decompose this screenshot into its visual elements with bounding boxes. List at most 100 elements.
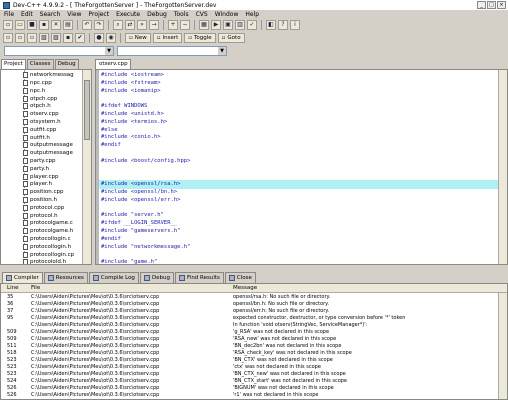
compile-run-icon[interactable]: ▣ bbox=[223, 20, 233, 30]
messages-header: Line File Message bbox=[1, 284, 507, 293]
compile-icon[interactable]: ▦ bbox=[199, 20, 209, 30]
compile-log-icon bbox=[92, 275, 99, 281]
file-icon bbox=[23, 103, 28, 110]
code-line[interactable]: #include "game.h" bbox=[99, 258, 499, 264]
tab-compile-log[interactable]: Compile Log bbox=[88, 272, 139, 283]
menu-execute[interactable]: Execute bbox=[116, 11, 140, 18]
menu-tools[interactable]: Tools bbox=[174, 11, 189, 18]
close-window-button[interactable]: × bbox=[497, 1, 506, 9]
project-view-icon[interactable]: ▨ bbox=[51, 33, 61, 43]
insert-icon: ▫ bbox=[156, 35, 161, 41]
menu-view[interactable]: View bbox=[67, 11, 81, 18]
add-to-project-icon[interactable]: + bbox=[168, 20, 178, 30]
tab-resources[interactable]: Resources bbox=[43, 272, 88, 283]
toggle-icon: ▫ bbox=[188, 35, 192, 41]
bookmark-icon[interactable]: ▪ bbox=[63, 33, 73, 43]
header-file[interactable]: File bbox=[31, 284, 40, 293]
class-browser-icon[interactable]: ▧ bbox=[39, 33, 49, 43]
find-icon[interactable]: ⌕ bbox=[113, 20, 123, 30]
menu-search[interactable]: Search bbox=[40, 11, 61, 18]
menu-edit[interactable]: Edit bbox=[21, 11, 33, 18]
member-combo[interactable]: ▼ bbox=[117, 46, 227, 56]
file-name: outputmessage bbox=[30, 142, 73, 149]
close-file-icon[interactable]: ✕ bbox=[51, 20, 61, 30]
file-name: position.h bbox=[30, 197, 58, 204]
file-icon bbox=[23, 173, 28, 180]
project-file-item[interactable]: protocolold.h bbox=[23, 258, 66, 264]
editor-scrollbar[interactable] bbox=[498, 70, 507, 264]
watch-icon[interactable]: ◉ bbox=[106, 33, 116, 43]
header-line[interactable]: Line bbox=[7, 284, 18, 293]
file-name: position.cpp bbox=[30, 189, 64, 196]
rebuild-icon[interactable]: ▥ bbox=[235, 20, 245, 30]
insert-button[interactable]: ▫ Insert bbox=[152, 33, 183, 43]
tab-debug-bottom[interactable]: Debug bbox=[139, 272, 175, 283]
print-icon[interactable]: ▤ bbox=[63, 20, 73, 30]
debug-icon[interactable]: ✓ bbox=[247, 20, 257, 30]
new-doc-icon: ▫ bbox=[129, 35, 133, 41]
project-scrollbar[interactable] bbox=[82, 70, 91, 264]
file-icon bbox=[23, 251, 28, 258]
menu-file[interactable]: File bbox=[4, 11, 14, 18]
find-next-icon[interactable]: » bbox=[137, 20, 147, 30]
minimize-button[interactable]: _ bbox=[477, 1, 486, 9]
tab-compiler[interactable]: Compiler bbox=[2, 272, 43, 283]
file-icon bbox=[23, 72, 28, 79]
menu-help[interactable]: Help bbox=[245, 11, 259, 18]
remove-from-project-icon[interactable]: − bbox=[180, 20, 190, 30]
source-icon[interactable]: ▫ bbox=[3, 33, 13, 43]
file-name: protocolgame.c bbox=[30, 220, 73, 227]
goto-button[interactable]: ▫ Goto bbox=[217, 33, 245, 43]
file-icon bbox=[23, 204, 28, 211]
tab-project[interactable]: Project bbox=[1, 59, 26, 69]
menu-window[interactable]: Window bbox=[215, 11, 239, 18]
file-name: npc.cpp bbox=[30, 80, 52, 87]
save-all-icon[interactable]: ▪ bbox=[39, 20, 49, 30]
menu-project[interactable]: Project bbox=[89, 11, 110, 18]
code-editor[interactable]: #include <iostream> #include <fstream> #in… bbox=[95, 69, 508, 265]
messages-scrollbar[interactable] bbox=[498, 293, 507, 399]
undo-icon[interactable]: ↶ bbox=[82, 20, 92, 30]
file-icon bbox=[23, 165, 28, 172]
message-row[interactable]: 526 C:\Users\Aiden\Pictures\Meu\ot\0.3.6\… bbox=[1, 392, 507, 399]
file-icon bbox=[23, 126, 28, 133]
about-icon[interactable]: i bbox=[290, 20, 300, 30]
menu-cvs[interactable]: CVS bbox=[196, 11, 208, 18]
file-name: protocollogin.cp bbox=[30, 251, 75, 258]
new-button[interactable]: ▫ New bbox=[125, 33, 151, 43]
stop-icon[interactable]: ● bbox=[94, 33, 104, 43]
file-name: networkmessag bbox=[30, 72, 74, 79]
resource-icon[interactable]: ▫ bbox=[27, 33, 37, 43]
maximize-button[interactable]: □ bbox=[487, 1, 496, 9]
run-icon[interactable]: ▶ bbox=[211, 20, 221, 30]
open-folder-icon[interactable]: ▭ bbox=[15, 20, 25, 30]
file-icon bbox=[23, 189, 28, 196]
file-icon bbox=[23, 95, 28, 102]
header-icon[interactable]: ▫ bbox=[15, 33, 25, 43]
message-line: 526 bbox=[7, 392, 17, 398]
tab-close[interactable]: Close bbox=[224, 272, 256, 283]
goto-icon: ▫ bbox=[221, 35, 226, 41]
window-title: Dev-C++ 4.9.9.2 - [ TheForgottenServer ]… bbox=[13, 1, 217, 9]
new-file-icon[interactable]: ▫ bbox=[3, 20, 13, 30]
project-options-icon[interactable]: ◧ bbox=[266, 20, 276, 30]
tab-find-results[interactable]: Find Results bbox=[175, 272, 224, 283]
toggle-button[interactable]: ▫ Toggle bbox=[184, 33, 216, 43]
chevron-down-icon: ▼ bbox=[105, 47, 113, 55]
redo-icon[interactable]: ↷ bbox=[94, 20, 104, 30]
tab-classes[interactable]: Classes bbox=[26, 59, 54, 69]
menu-debug[interactable]: Debug bbox=[147, 11, 167, 18]
file-name: outfit.h bbox=[30, 134, 50, 141]
tab-debug[interactable]: Debug bbox=[54, 59, 79, 69]
goto-line-icon[interactable]: → bbox=[149, 20, 159, 30]
tab-otserv-cpp[interactable]: otserv.cpp bbox=[95, 59, 131, 69]
class-combo[interactable]: ▼ bbox=[4, 46, 114, 56]
file-icon bbox=[23, 111, 28, 118]
save-icon[interactable]: ■ bbox=[27, 20, 37, 30]
replace-icon[interactable]: ⇄ bbox=[125, 20, 135, 30]
help-icon[interactable]: ? bbox=[278, 20, 288, 30]
file-name: protocollogin.c bbox=[30, 236, 71, 243]
file-name: player.cpp bbox=[30, 173, 59, 180]
checkmark-icon[interactable]: ✔ bbox=[75, 33, 85, 43]
header-message[interactable]: Message bbox=[233, 284, 257, 293]
